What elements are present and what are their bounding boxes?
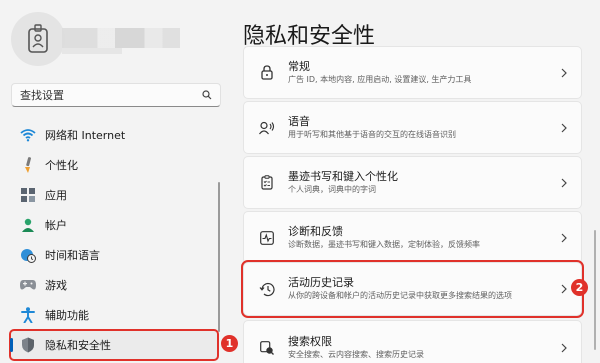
card-subtitle: 安全搜索、云内容搜索、搜索历史记录 — [288, 350, 424, 359]
chevron-right-icon — [559, 68, 569, 78]
main-scrollbar[interactable] — [594, 230, 596, 350]
card-activity-history[interactable]: 活动历史记录 从你的跨设备和帐户的活动历史记录中获取更多搜索结果的选项 — [241, 260, 584, 318]
card-title: 诊断和反馈 — [288, 224, 343, 238]
card-title: 常规 — [288, 59, 310, 73]
diagnostics-icon — [258, 229, 276, 247]
shield-icon — [19, 336, 37, 354]
wifi-icon — [19, 126, 37, 144]
settings-search-box[interactable] — [11, 83, 221, 107]
sidebar-item-gaming[interactable]: 游戏 — [10, 270, 218, 300]
card-title: 语音 — [288, 114, 310, 128]
sidebar-item-accessibility[interactable]: 辅助功能 — [10, 300, 218, 330]
sidebar-item-label: 时间和语言 — [45, 249, 100, 262]
chevron-right-icon — [559, 284, 569, 294]
speech-icon — [258, 119, 276, 137]
id-badge-icon — [28, 24, 48, 53]
card-diagnostics-feedback[interactable]: 诊断和反馈 诊断数据，墨迹书写和键入数据，定制体验，反馈频率 — [243, 211, 582, 264]
globe-clock-icon — [19, 246, 37, 264]
sidebar-item-personalization[interactable]: 个性化 — [10, 150, 218, 180]
search-icon[interactable] — [202, 90, 212, 100]
sidebar-item-label: 应用 — [45, 189, 67, 202]
card-title: 搜索权限 — [288, 335, 332, 348]
account-icon — [19, 216, 37, 234]
card-subtitle: 用于听写和其他基于语音的交互的在线语音识别 — [288, 129, 456, 139]
chevron-right-icon — [559, 123, 569, 133]
sidebar-nav: 网络和 Internet 个性化 应用 帐户 时间和语言 游戏 辅助功能 隐私和… — [0, 120, 232, 361]
user-email-redacted — [62, 48, 122, 54]
card-search-permissions[interactable]: 搜索权限 安全搜索、云内容搜索、搜索历史记录 — [243, 320, 582, 363]
sidebar-item-network[interactable]: 网络和 Internet — [10, 120, 218, 150]
card-subtitle: 从你的跨设备和帐户的活动历史记录中获取更多搜索结果的选项 — [288, 291, 512, 300]
sidebar-item-label: 辅助功能 — [45, 309, 89, 322]
lock-icon — [258, 64, 276, 82]
chevron-right-icon — [559, 343, 569, 353]
clipboard-icon — [258, 174, 276, 192]
user-name-redacted — [62, 28, 180, 48]
chevron-right-icon — [559, 178, 569, 188]
accessibility-icon — [19, 306, 37, 324]
sidebar-item-time-language[interactable]: 时间和语言 — [10, 240, 218, 270]
apps-icon — [19, 186, 37, 204]
sidebar-item-label: 网络和 Internet — [45, 129, 126, 142]
card-general[interactable]: 常规 广告 ID, 本地内容, 应用启动, 设置建议, 生产力工具 — [243, 46, 582, 99]
search-input[interactable] — [20, 88, 202, 102]
sidebar-item-label: 游戏 — [45, 279, 67, 292]
card-title: 活动历史记录 — [288, 276, 354, 289]
annotation-badge-2: 2 — [571, 279, 588, 296]
card-subtitle: 诊断数据，墨迹书写和键入数据，定制体验，反馈频率 — [288, 239, 480, 249]
chevron-right-icon — [559, 233, 569, 243]
sidebar-item-label: 帐户 — [45, 219, 67, 232]
sidebar-item-accounts[interactable]: 帐户 — [10, 210, 218, 240]
sidebar-scrollbar[interactable] — [218, 182, 220, 332]
history-icon — [258, 280, 276, 298]
card-subtitle: 广告 ID, 本地内容, 应用启动, 设置建议, 生产力工具 — [288, 74, 472, 84]
sidebar-item-label: 个性化 — [45, 159, 78, 172]
card-inking-typing[interactable]: 墨迹书写和键入个性化 个人词典，词典中的字词 — [243, 156, 582, 209]
card-title: 墨迹书写和键入个性化 — [288, 169, 398, 183]
brush-icon — [19, 156, 37, 174]
sidebar-item-apps[interactable]: 应用 — [10, 180, 218, 210]
card-speech[interactable]: 语音 用于听写和其他基于语音的交互的在线语音识别 — [243, 101, 582, 154]
annotation-badge-1: 1 — [221, 335, 238, 352]
avatar[interactable] — [11, 12, 65, 66]
search-permissions-icon — [258, 339, 276, 357]
sidebar: 网络和 Internet 个性化 应用 — [0, 0, 232, 363]
card-subtitle: 个人词典，词典中的字词 — [288, 184, 376, 194]
sidebar-item-privacy-security[interactable]: 隐私和安全性 — [9, 329, 219, 361]
gamepad-icon — [19, 276, 37, 294]
sidebar-item-label: 隐私和安全性 — [45, 339, 111, 352]
